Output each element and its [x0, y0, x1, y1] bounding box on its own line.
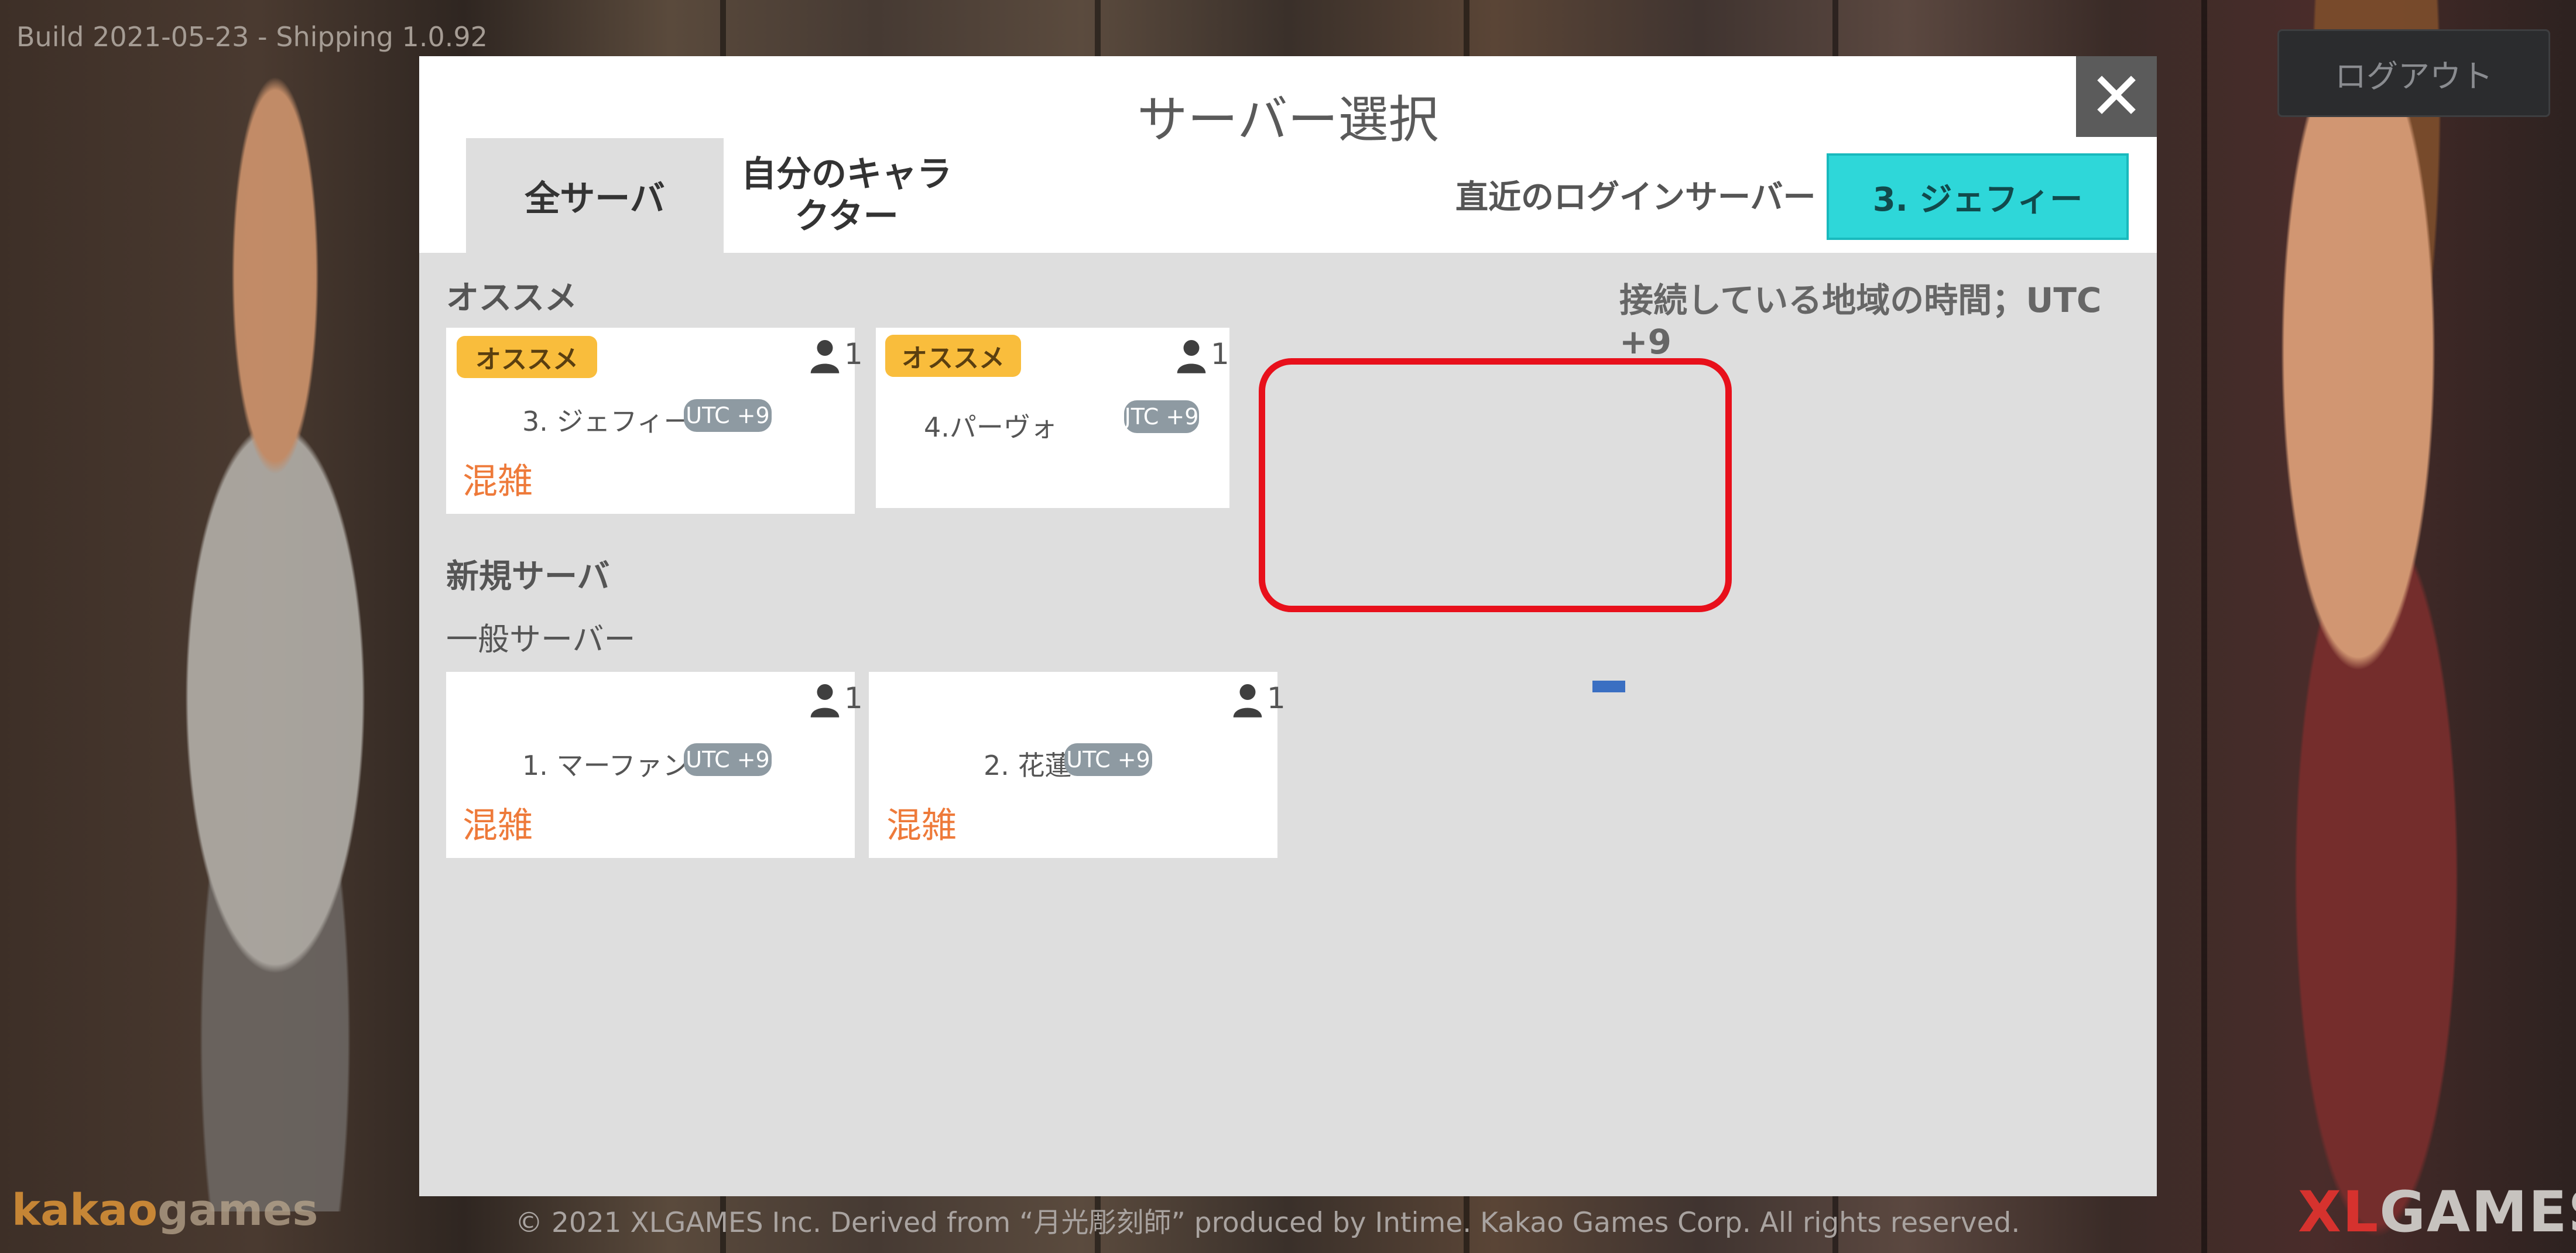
- utc-badge: UTC +9: [684, 399, 772, 432]
- kakao-logo-text-a: kakao: [12, 1185, 158, 1235]
- congestion-status: 混雑: [886, 805, 957, 846]
- congestion-status: 混雑: [463, 805, 533, 846]
- user-count: 1: [844, 337, 863, 371]
- kakao-logo-text-b: games: [157, 1185, 318, 1235]
- server-card-2[interactable]: 1 2. 花蓮 UTC +9 混雑: [869, 672, 1286, 858]
- server-name: 4.パーヴォ: [924, 411, 1057, 443]
- utc-badge: JTC +9: [1124, 400, 1199, 433]
- copyright-text: © 2021 XLGAMES Inc. Derived from “月光彫刻師”…: [515, 1207, 2020, 1239]
- server-select-dialog: サーバー選択 全サーバ 自分のキャラクター 直近のログインサーバー 3. ジェフ…: [419, 56, 2157, 1196]
- xlgames-logo: XLGAMES: [2298, 1179, 2576, 1245]
- server-name: 2. 花蓮: [984, 750, 1072, 781]
- server-card-1[interactable]: 1 1. マーファン UTC +9 混雑: [446, 672, 863, 858]
- xl-logo-text-b: GAMES: [2379, 1179, 2576, 1245]
- user-count: 1: [1211, 337, 1229, 371]
- xl-logo-text-a: XL: [2298, 1179, 2380, 1245]
- utc-badge: UTC +9: [1064, 743, 1152, 776]
- user-icon: [1177, 340, 1206, 373]
- recommended-section-title: オススメ: [446, 279, 577, 317]
- recent-server-button[interactable]: 3. ジェフィー: [1827, 153, 2129, 240]
- character-art-left: [70, 70, 480, 1211]
- character-art-right: [2213, 0, 2576, 1253]
- tab-all-servers[interactable]: 全サーバ: [466, 138, 724, 253]
- small-marker: [1592, 681, 1625, 692]
- utc-badge: UTC +9: [684, 743, 772, 776]
- user-icon: [1233, 684, 1262, 718]
- logout-button[interactable]: ログアウト: [2277, 29, 2550, 117]
- user-icon: [810, 684, 840, 718]
- tab-my-characters[interactable]: 自分のキャラクター: [735, 138, 958, 253]
- congestion-status: 混雑: [463, 461, 533, 502]
- user-icon: [810, 340, 840, 373]
- timezone-info: 接続している地域の時間；UTC +9: [1619, 280, 2102, 362]
- server-card-4[interactable]: オススメ 1 4.パーヴォ JTC +9: [876, 328, 1229, 508]
- recommended-badge: オススメ: [457, 336, 597, 378]
- recommended-badge: オススメ: [885, 335, 1021, 377]
- highlight-box: [1259, 358, 1732, 612]
- close-icon[interactable]: ✕: [2076, 56, 2157, 137]
- recent-login-label: 直近のログインサーバー: [1455, 178, 1816, 217]
- general-server-section-title: 一般サーバー: [446, 621, 636, 658]
- server-name: 1. マーファン: [522, 750, 690, 781]
- user-count: 1: [1267, 681, 1286, 715]
- user-count: 1: [844, 681, 863, 715]
- panel-divider: [2201, 0, 2207, 1253]
- kakao-games-logo: kakaogames: [12, 1185, 318, 1235]
- server-card-3[interactable]: オススメ 1 3. ジェフィー UTC +9 混雑: [446, 328, 863, 514]
- build-label: Build 2021-05-23 - Shipping 1.0.92: [16, 21, 488, 53]
- new-server-section-title: 新規サーバ: [446, 558, 610, 596]
- server-name: 3. ジェフィー: [522, 406, 691, 437]
